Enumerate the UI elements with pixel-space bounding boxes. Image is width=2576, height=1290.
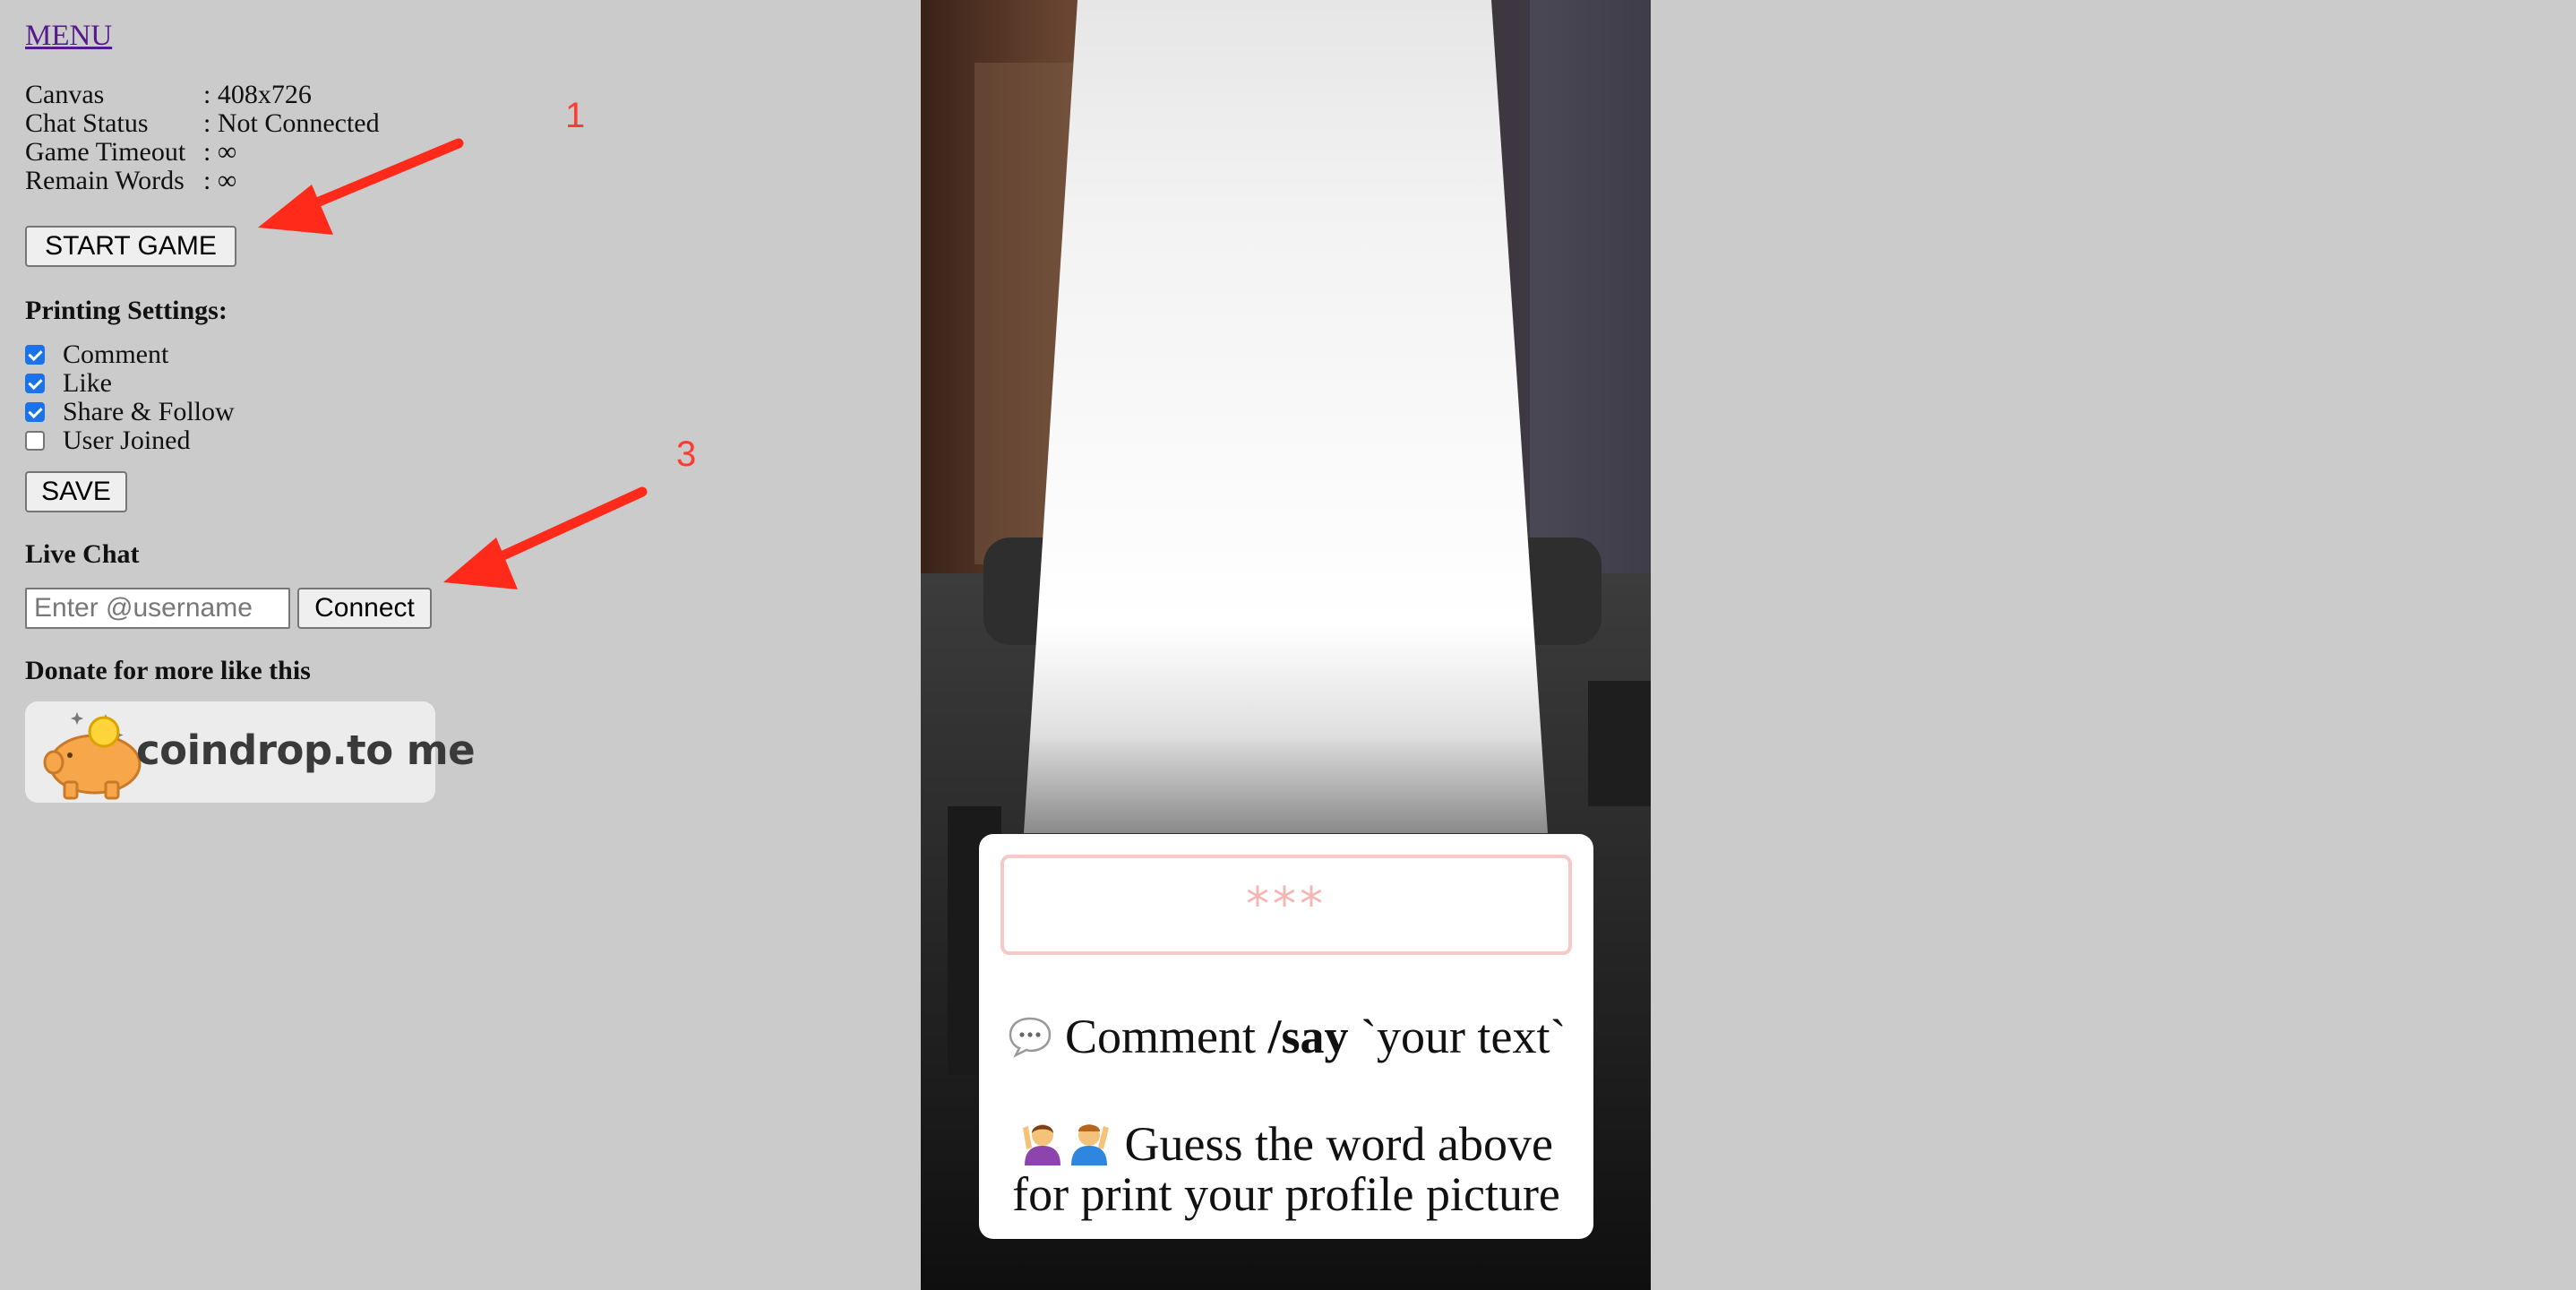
option-share-follow[interactable]: Share & Follow [25,398,235,426]
annotation-number: 1 [565,96,586,135]
guess-instruction: Guess the word above for print your prof… [979,1117,1593,1219]
guess-line-1: Guess the word above [1112,1117,1553,1171]
start-game-button[interactable]: START GAME [25,226,236,267]
info-row-canvas: Canvas : 408x726 [25,81,380,109]
like-checkbox[interactable] [25,374,45,393]
info-key: Remain Words [25,166,185,195]
coindrop-donate-link[interactable]: coindrop.to me [25,701,476,803]
info-value: : Not Connected [203,108,380,138]
printing-options: Comment Like Share & Follow User Joined [25,340,235,455]
option-label: Share & Follow [63,397,235,426]
hidden-word-box: *** [1000,855,1572,955]
option-comment[interactable]: Comment [25,340,235,369]
control-panel: MENU Canvas : 408x726 Chat Status : Not … [0,0,921,1290]
info-row-remain-words: Remain Words : ∞ [25,167,380,195]
option-label: User Joined [63,426,191,455]
say-command: /say [1267,1010,1349,1063]
info-row-game-timeout: Game Timeout : ∞ [25,138,380,167]
info-value: : ∞ [203,166,237,195]
info-key: Game Timeout [25,137,186,167]
comment-prefix: Comment [1065,1010,1268,1063]
donate-title: Donate for more like this [25,656,311,685]
comment-checkbox[interactable] [25,345,45,365]
coindrop-label: coindrop.to me [136,727,476,774]
comment-instruction: Comment /say `your text` [979,1011,1593,1062]
printing-settings-title: Printing Settings: [25,296,228,325]
guess-line-2: for print your profile picture [1012,1167,1560,1221]
people-raising-hands-icon [1023,1124,1110,1165]
status-info: Canvas : 408x726 Chat Status : Not Conne… [25,81,380,195]
option-label: Comment [63,340,169,369]
live-chat-title: Live Chat [25,539,140,569]
share-follow-checkbox[interactable] [25,402,45,422]
user-joined-checkbox[interactable] [25,431,45,451]
arrow-to-connect-button [443,486,648,589]
menu-link[interactable]: MENU [25,20,112,53]
info-key: Canvas [25,80,105,109]
annotation-number: 3 [676,434,697,474]
man-raising-hand-icon [1071,1124,1110,1165]
option-label: Like [63,368,112,398]
info-key: Chat Status [25,108,149,138]
option-user-joined[interactable]: User Joined [25,426,235,455]
speech-bubble-icon [1009,1017,1051,1058]
info-value: : 408x726 [203,80,312,109]
info-row-chat-status: Chat Status : Not Connected [25,109,380,138]
connect-button[interactable]: Connect [297,588,432,629]
option-like[interactable]: Like [25,369,235,398]
empty-right-area [1651,0,2576,1290]
game-canvas: *** Comment /say `your text` Guess the w… [921,0,1651,1290]
instruction-card: *** Comment /say `your text` Guess the w… [979,834,1593,1239]
command-argument: `your text` [1348,1010,1567,1063]
info-value: : ∞ [203,137,237,167]
save-button[interactable]: SAVE [25,471,127,512]
username-input[interactable] [25,588,290,629]
person-raising-hand-icon [1023,1124,1061,1165]
